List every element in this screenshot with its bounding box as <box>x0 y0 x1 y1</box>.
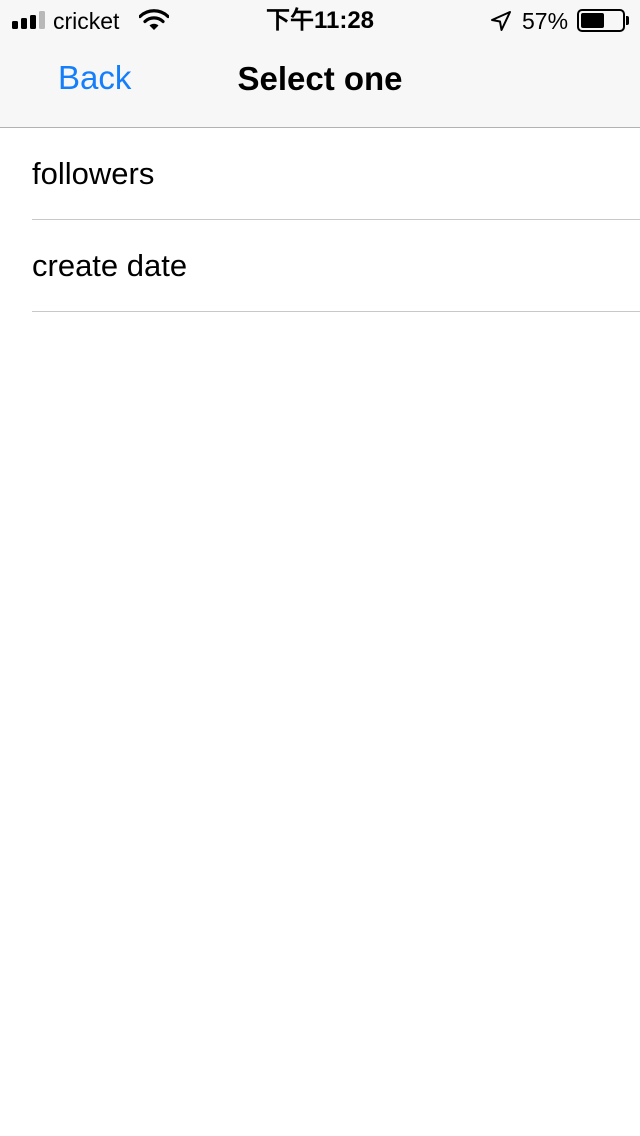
divider <box>32 311 640 312</box>
signal-icon <box>12 11 46 29</box>
wifi-icon <box>139 9 169 30</box>
back-button[interactable]: Back <box>58 58 131 98</box>
list-item-label: create date <box>32 248 188 283</box>
options-list: followers create date <box>0 128 640 312</box>
battery-tip <box>626 16 629 25</box>
battery-icon <box>577 9 625 32</box>
navigation-bar: Back Select one <box>0 40 640 128</box>
screen: cricket 下午11:28 57% Back Select one foll… <box>0 0 640 1136</box>
top-bar: cricket 下午11:28 57% Back Select one <box>0 0 640 128</box>
status-time: 下午11:28 <box>265 7 375 34</box>
status-bar: cricket 下午11:28 57% <box>0 0 640 40</box>
list-item-followers[interactable]: followers <box>0 128 640 220</box>
location-arrow-icon <box>491 11 511 31</box>
list-item-create-date[interactable]: create date <box>0 220 640 312</box>
battery-percent: 57% <box>522 8 569 34</box>
carrier-name: cricket <box>53 8 120 34</box>
battery-level-fill <box>581 13 604 28</box>
page-title: Select one <box>237 60 403 97</box>
list-item-label: followers <box>32 156 155 191</box>
